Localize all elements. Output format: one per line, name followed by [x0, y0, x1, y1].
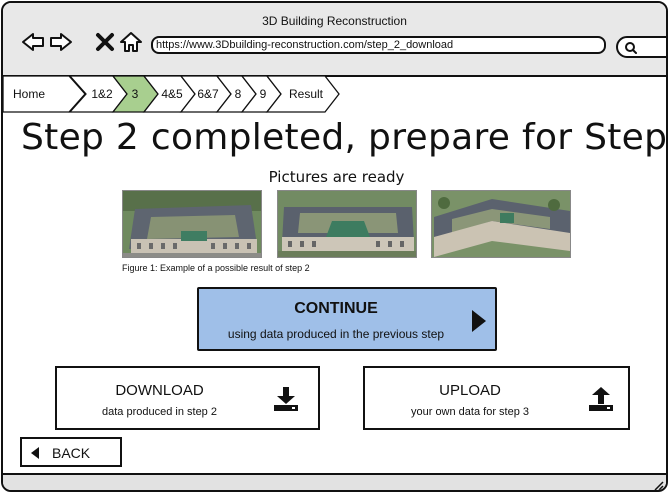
- download-button[interactable]: DOWNLOAD data produced in step 2: [55, 366, 320, 430]
- play-arrow-icon: [472, 310, 486, 332]
- window-title: 3D Building Reconstruction: [262, 14, 407, 28]
- resize-grip-icon[interactable]: [652, 479, 664, 491]
- back-arrow-icon[interactable]: [21, 31, 45, 53]
- upload-button[interactable]: UPLOAD your own data for step 3: [363, 366, 630, 430]
- download-icon: [274, 387, 298, 411]
- forward-arrow-icon[interactable]: [49, 31, 73, 53]
- url-input[interactable]: https://www.3Dbuilding-reconstruction.co…: [151, 36, 606, 54]
- browser-window: 3D Building Reconstruction https://www.3…: [1, 1, 668, 492]
- title-bar: 3D Building Reconstruction https://www.3…: [3, 3, 666, 77]
- download-title: DOWNLOAD: [115, 382, 204, 399]
- breadcrumb-label-1-2: 1&2: [91, 87, 113, 101]
- breadcrumb-label-8: 8: [234, 87, 242, 101]
- status-bar: [3, 473, 666, 491]
- breadcrumb-label-home: Home: [12, 87, 45, 101]
- breadcrumb-label-4-5: 4&5: [161, 87, 183, 101]
- result-image-1: [122, 190, 262, 258]
- close-icon[interactable]: [93, 31, 117, 53]
- upload-subtitle: your own data for step 3: [410, 406, 529, 418]
- upload-icon: [589, 387, 613, 411]
- page-title: Step 2 completed, prepare for Step 3: [21, 117, 668, 158]
- breadcrumb-label-3: 3: [131, 87, 139, 101]
- continue-button[interactable]: CONTINUE using data produced in the prev…: [197, 287, 497, 351]
- search-icon: [625, 42, 637, 54]
- figure-caption: Figure 1: Example of a possible result o…: [122, 263, 310, 273]
- home-icon[interactable]: [119, 31, 143, 53]
- back-triangle-icon: [31, 447, 39, 459]
- pictures-ready-label: Pictures are ready: [268, 168, 405, 186]
- continue-subtitle: using data produced in the previous step: [227, 327, 445, 341]
- upload-title: UPLOAD: [439, 382, 501, 399]
- search-button[interactable]: [616, 36, 666, 58]
- back-button[interactable]: BACK: [20, 437, 122, 467]
- result-image-2: [277, 190, 417, 258]
- result-image-3: [431, 190, 571, 258]
- continue-title: CONTINUE: [294, 300, 378, 317]
- breadcrumb-label-9: 9: [259, 87, 267, 101]
- breadcrumb-label-result: Result: [288, 87, 323, 101]
- back-label: BACK: [52, 445, 91, 461]
- download-subtitle: data produced in step 2: [102, 406, 217, 418]
- breadcrumb-label-6-7: 6&7: [197, 87, 219, 101]
